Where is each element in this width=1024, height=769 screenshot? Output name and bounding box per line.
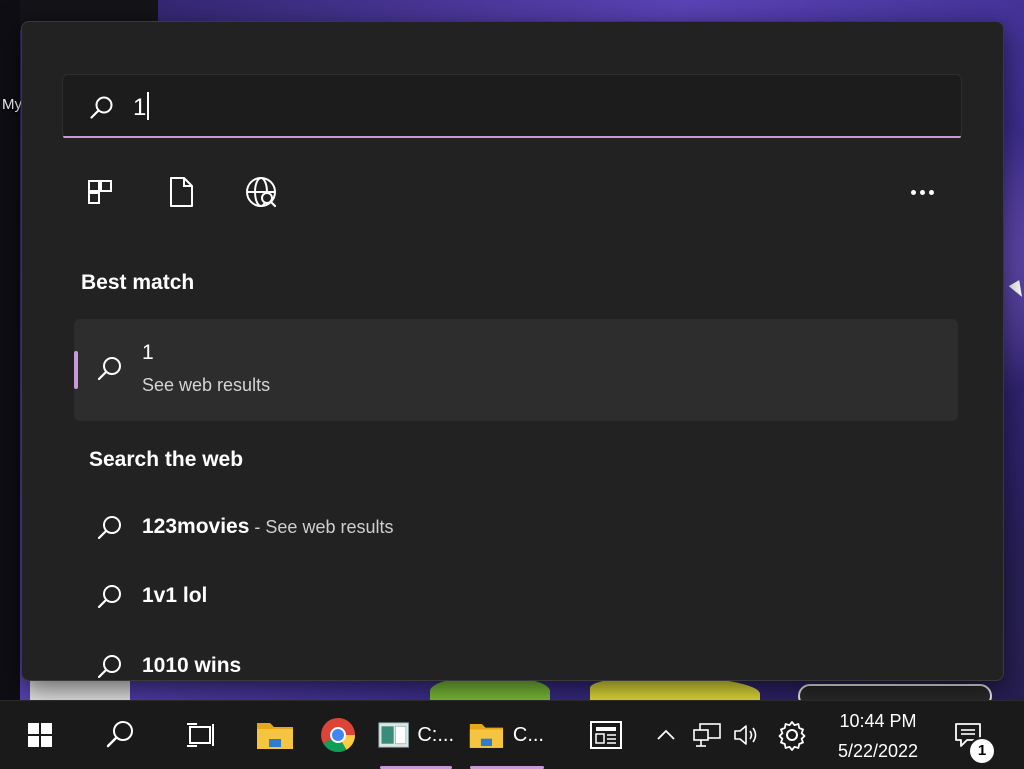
search-icon bbox=[96, 583, 124, 611]
best-match-title: 1 bbox=[142, 341, 154, 364]
web-filter-icon[interactable] bbox=[243, 174, 279, 210]
documents-filter-icon[interactable] bbox=[163, 174, 199, 210]
search-icon bbox=[96, 653, 124, 680]
best-match-result[interactable]: 1 See web results bbox=[74, 319, 958, 421]
web-suggestion-item[interactable]: 1v1 lol bbox=[74, 571, 958, 623]
show-hidden-icons-button[interactable] bbox=[652, 701, 680, 769]
search-input[interactable]: 1 bbox=[62, 74, 962, 138]
folder-window-label: C... bbox=[512, 723, 544, 746]
web-suggestion-label: 1010 wins bbox=[142, 654, 242, 677]
speaker-icon bbox=[734, 725, 757, 745]
wallpaper-graphic bbox=[30, 678, 130, 700]
selection-indicator bbox=[74, 351, 78, 389]
web-suggestion-label: 123movies - See web results bbox=[142, 515, 394, 538]
clock-time: 10:44 PM bbox=[839, 711, 917, 731]
search-button[interactable] bbox=[96, 701, 144, 769]
file-explorer-button[interactable] bbox=[250, 701, 300, 769]
web-suggestion-item[interactable]: 123movies - See web results bbox=[74, 502, 958, 554]
window-icon bbox=[378, 722, 409, 748]
folder-icon bbox=[257, 723, 293, 749]
search-panel: 1 Best match 1 See web results Search th… bbox=[21, 21, 1004, 681]
more-options-icon bbox=[910, 190, 916, 195]
task-view-button[interactable] bbox=[176, 701, 224, 769]
gear-icon bbox=[778, 721, 806, 751]
volume-button[interactable] bbox=[730, 701, 764, 769]
network-icon bbox=[693, 723, 721, 747]
best-match-subtitle: See web results bbox=[142, 375, 271, 395]
apps-filter-icon[interactable] bbox=[82, 174, 118, 210]
web-suggestion-item[interactable]: 1010 wins bbox=[74, 641, 958, 680]
search-icon bbox=[89, 95, 115, 121]
cmd-window-button[interactable]: C:... bbox=[378, 701, 454, 769]
wallpaper-logo bbox=[798, 684, 992, 700]
desktop-icon-label[interactable]: My bbox=[2, 96, 22, 113]
chevron-up-icon bbox=[657, 729, 675, 740]
windows-logo-icon bbox=[28, 723, 52, 747]
task-view-icon bbox=[187, 723, 214, 747]
text-caret bbox=[147, 92, 150, 120]
web-suggestion-label: 1v1 lol bbox=[142, 584, 208, 607]
search-icon bbox=[106, 721, 133, 748]
chrome-icon bbox=[321, 718, 355, 752]
notification-count-badge: 1 bbox=[968, 737, 996, 765]
taskbar: C:... C... 10:44 PM 5/22/2022 1 bbox=[0, 700, 1024, 769]
best-match-heading: Best match bbox=[81, 271, 195, 294]
clock-date: 5/22/2022 bbox=[837, 741, 919, 761]
mouse-cursor bbox=[1008, 280, 1024, 300]
search-icon bbox=[96, 514, 124, 542]
start-button[interactable] bbox=[16, 701, 64, 769]
folder-window-button[interactable]: C... bbox=[468, 701, 544, 769]
chrome-button[interactable] bbox=[314, 701, 362, 769]
search-icon bbox=[96, 355, 124, 383]
cmd-window-label: C:... bbox=[417, 723, 454, 746]
search-the-web-heading: Search the web bbox=[89, 448, 244, 471]
clock[interactable]: 10:44 PM 5/22/2022 bbox=[826, 709, 930, 765]
more-options-button[interactable] bbox=[902, 182, 942, 204]
settings-button[interactable] bbox=[772, 701, 812, 769]
folder-icon bbox=[469, 723, 504, 748]
network-button[interactable] bbox=[690, 701, 724, 769]
search-query-text[interactable]: 1 bbox=[133, 92, 150, 123]
news-icon bbox=[590, 721, 622, 749]
news-widget-button[interactable] bbox=[584, 701, 628, 769]
